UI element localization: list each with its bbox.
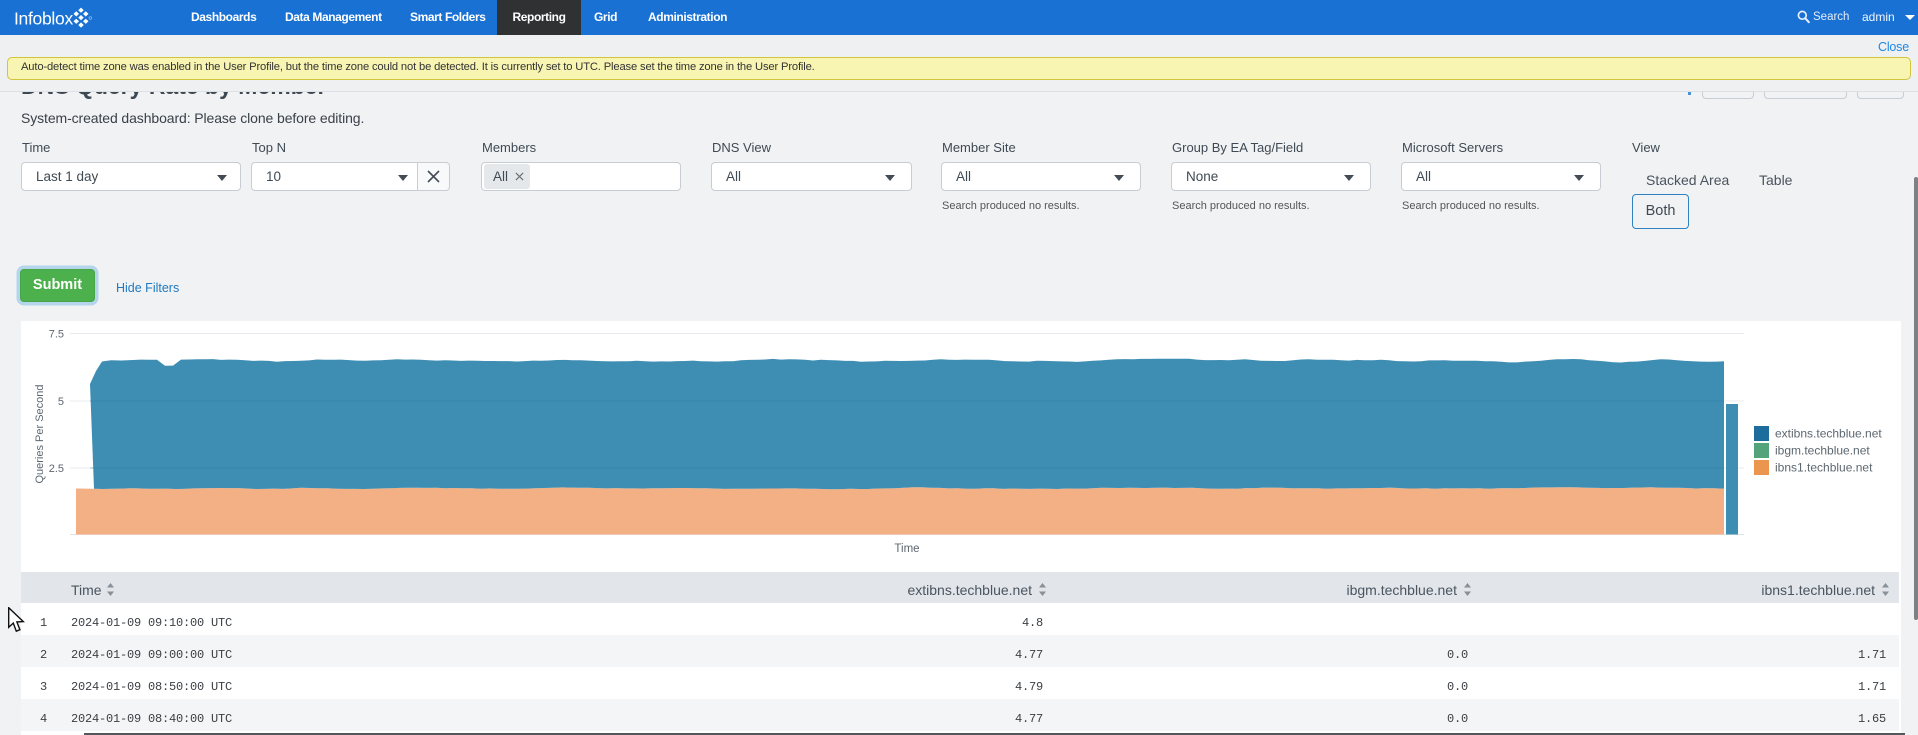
svg-text:Infoblox: Infoblox xyxy=(14,9,73,29)
svg-text:ibgm.techblue.net: ibgm.techblue.net xyxy=(1775,444,1870,458)
svg-text:2.5: 2.5 xyxy=(49,463,64,475)
svg-text:7.5: 7.5 xyxy=(49,329,64,341)
svg-text:Time: Time xyxy=(894,543,919,555)
svg-text:Queries Per Second: Queries Per Second xyxy=(34,384,46,483)
svg-text:ibns1.techblue.net: ibns1.techblue.net xyxy=(1775,461,1873,475)
svg-text:extibns.techblue.net: extibns.techblue.net xyxy=(1775,427,1882,441)
svg-text:5: 5 xyxy=(58,396,64,408)
